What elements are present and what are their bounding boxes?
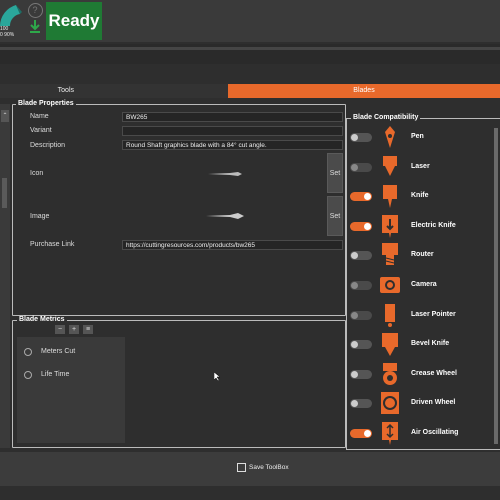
blade-compatibility-panel: Blade Compatibility Pen Laser Knife Electri… [346, 114, 500, 450]
compat-label: Router [411, 251, 434, 259]
toggle-knob [351, 134, 358, 141]
camera-icon [380, 277, 400, 293]
compat-row-pen: Pen [347, 123, 500, 151]
compat-toggle[interactable] [350, 429, 372, 438]
toggle-knob [364, 430, 371, 437]
knife-icon [383, 185, 397, 209]
description-label: Description [30, 142, 66, 149]
compat-label: Camera [411, 281, 437, 288]
compat-label: Bevel Knife [411, 340, 450, 348]
compat-label: Laser [411, 162, 430, 170]
toggle-knob [364, 193, 371, 201]
compat-row-bevel-knife: Bevel Knife [347, 330, 500, 358]
crease-wheel-icon [383, 362, 397, 385]
compat-toggle[interactable] [350, 340, 372, 350]
name-field[interactable]: BW265 [122, 112, 343, 122]
mouse-cursor-icon [214, 372, 220, 381]
compat-toggle[interactable] [350, 251, 372, 261]
tab-blades[interactable]: Blades [228, 84, 500, 98]
compat-toggle[interactable] [350, 281, 372, 290]
electric-knife-icon [382, 214, 398, 238]
toggle-knob [351, 400, 358, 408]
compat-toggle[interactable] [350, 221, 372, 231]
compat-row-router: Router [347, 241, 500, 269]
blade-compatibility-title: Blade Compatibility [351, 114, 421, 121]
compat-label: Air Oscillating [411, 429, 459, 436]
compat-row-knife: Knife [347, 182, 500, 210]
progress-gauge: 100 0 90% [0, 0, 24, 40]
bevel-knife-icon [382, 333, 398, 357]
variant-label: Variant [30, 127, 52, 134]
icon-set-button[interactable]: Set [327, 153, 343, 193]
download-icon [30, 20, 40, 33]
compat-toggle[interactable] [350, 192, 372, 202]
blade-properties-title: Blade Properties [16, 100, 76, 107]
secondary-bar [0, 44, 500, 64]
compat-toggle[interactable] [350, 133, 372, 142]
purchase-link-field[interactable]: https://cuttingresources.com/products/bw… [122, 240, 343, 250]
purchase-link-label: Purchase Link [30, 241, 75, 248]
compatibility-scrollbar[interactable] [494, 128, 498, 444]
toggle-knob [351, 311, 358, 319]
compat-label: Pen [411, 133, 424, 140]
toggle-knob [351, 341, 358, 349]
help-icon: ? [27, 3, 43, 18]
toggle-knob [351, 252, 358, 260]
compat-row-crease-wheel: Crease Wheel [347, 360, 500, 388]
toggle-knob [364, 222, 371, 230]
compat-label: Knife [411, 192, 429, 200]
compat-row-air-oscillating: Air Oscillating [347, 419, 500, 447]
list-item[interactable]: Life Time [41, 371, 69, 378]
pen-icon [385, 126, 395, 148]
name-label: Name [30, 113, 49, 120]
meters-icon [24, 348, 32, 356]
tool-list-panel [0, 104, 10, 448]
compat-toggle[interactable] [350, 369, 372, 379]
image-label: Image [30, 213, 50, 220]
laser-pointer-icon [385, 303, 395, 327]
variant-field[interactable] [122, 126, 343, 136]
scroll-up-button[interactable]: ⌃ [1, 110, 9, 122]
tab-tools[interactable]: Tools [0, 84, 74, 98]
save-icon [237, 463, 246, 472]
help-button[interactable]: ? [26, 3, 44, 39]
compat-row-laser: Laser [347, 153, 500, 181]
toggle-knob [351, 370, 358, 378]
laser-icon [383, 155, 397, 176]
list-item[interactable]: Meters Cut [41, 348, 75, 355]
tool-list-scrollbar[interactable] [2, 178, 7, 208]
image-set-button[interactable]: Set [327, 196, 343, 236]
metric-menu-button[interactable]: ≡ [83, 325, 93, 334]
toggle-knob [351, 163, 358, 171]
blade-image-preview [206, 213, 244, 219]
driven-wheel-icon [381, 392, 399, 415]
compat-toggle[interactable] [350, 399, 372, 409]
compat-label: Laser Pointer [411, 310, 456, 318]
compat-row-camera: Camera [347, 271, 500, 299]
description-field[interactable]: Round Shaft graphics blade with a 84° cu… [122, 140, 343, 150]
compat-toggle[interactable] [350, 162, 372, 172]
compat-row-laser-pointer: Laser Pointer [347, 301, 500, 329]
add-metric-button[interactable]: + [69, 325, 79, 334]
gauge-icon [0, 5, 22, 26]
remove-metric-button[interactable]: − [55, 325, 65, 334]
blade-icon-preview [208, 172, 242, 176]
icon-label: Icon [30, 170, 44, 177]
save-toolbox-label: Save ToolBox [249, 464, 289, 472]
router-icon [382, 243, 398, 266]
compat-row-electric-knife: Electric Knife [347, 212, 500, 240]
air-oscillating-icon [382, 422, 398, 445]
compat-label: Driven Wheel [411, 399, 456, 407]
compat-label: Electric Knife [411, 221, 456, 229]
compat-row-driven-wheel: Driven Wheel [347, 389, 500, 417]
metric-list: Meters Cut Life Time [17, 337, 125, 443]
compat-label: Crease Wheel [411, 369, 457, 377]
clock-icon [24, 371, 32, 379]
save-toolbox-button[interactable]: Save ToolBox [237, 463, 297, 475]
status-ready: Ready [46, 2, 102, 40]
toggle-knob [351, 282, 358, 289]
blade-metrics-title: Blade Metrics [17, 316, 67, 323]
compat-toggle[interactable] [350, 310, 372, 320]
gauge-subvalue: 0 90% [0, 32, 15, 38]
